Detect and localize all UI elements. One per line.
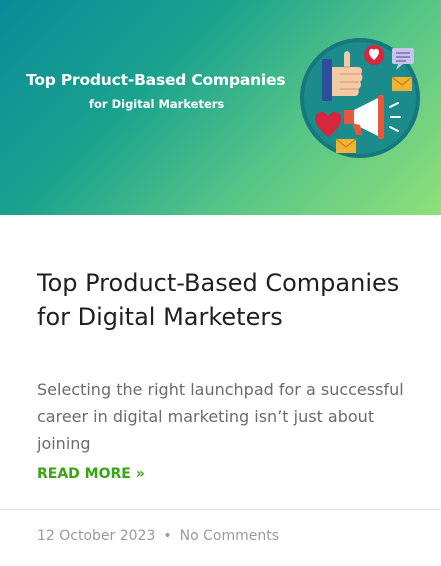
read-more-link[interactable]: READ MORE »	[37, 466, 145, 482]
post-title[interactable]: Top Product-Based Companies for Digital …	[37, 266, 417, 334]
envelope-icon	[391, 76, 413, 91]
featured-image-subtitle: for Digital Marketers	[89, 97, 225, 111]
marketing-illustration	[300, 38, 420, 158]
featured-image[interactable]: Top Product-Based Companies for Digital …	[0, 0, 441, 215]
meta-separator: •	[163, 528, 172, 544]
heart-icon	[364, 45, 384, 65]
post-excerpt: Selecting the right launchpad for a succ…	[37, 380, 404, 453]
post-meta: 12 October 2023 • No Comments	[37, 528, 279, 544]
comments-link[interactable]: No Comments	[180, 528, 279, 544]
post-date: 12 October 2023	[37, 528, 156, 544]
blog-post-card: Top Product-Based Companies for Digital …	[0, 0, 441, 566]
envelope-icon	[335, 138, 357, 153]
divider	[0, 509, 441, 510]
featured-image-title: Top Product-Based Companies	[26, 71, 286, 89]
